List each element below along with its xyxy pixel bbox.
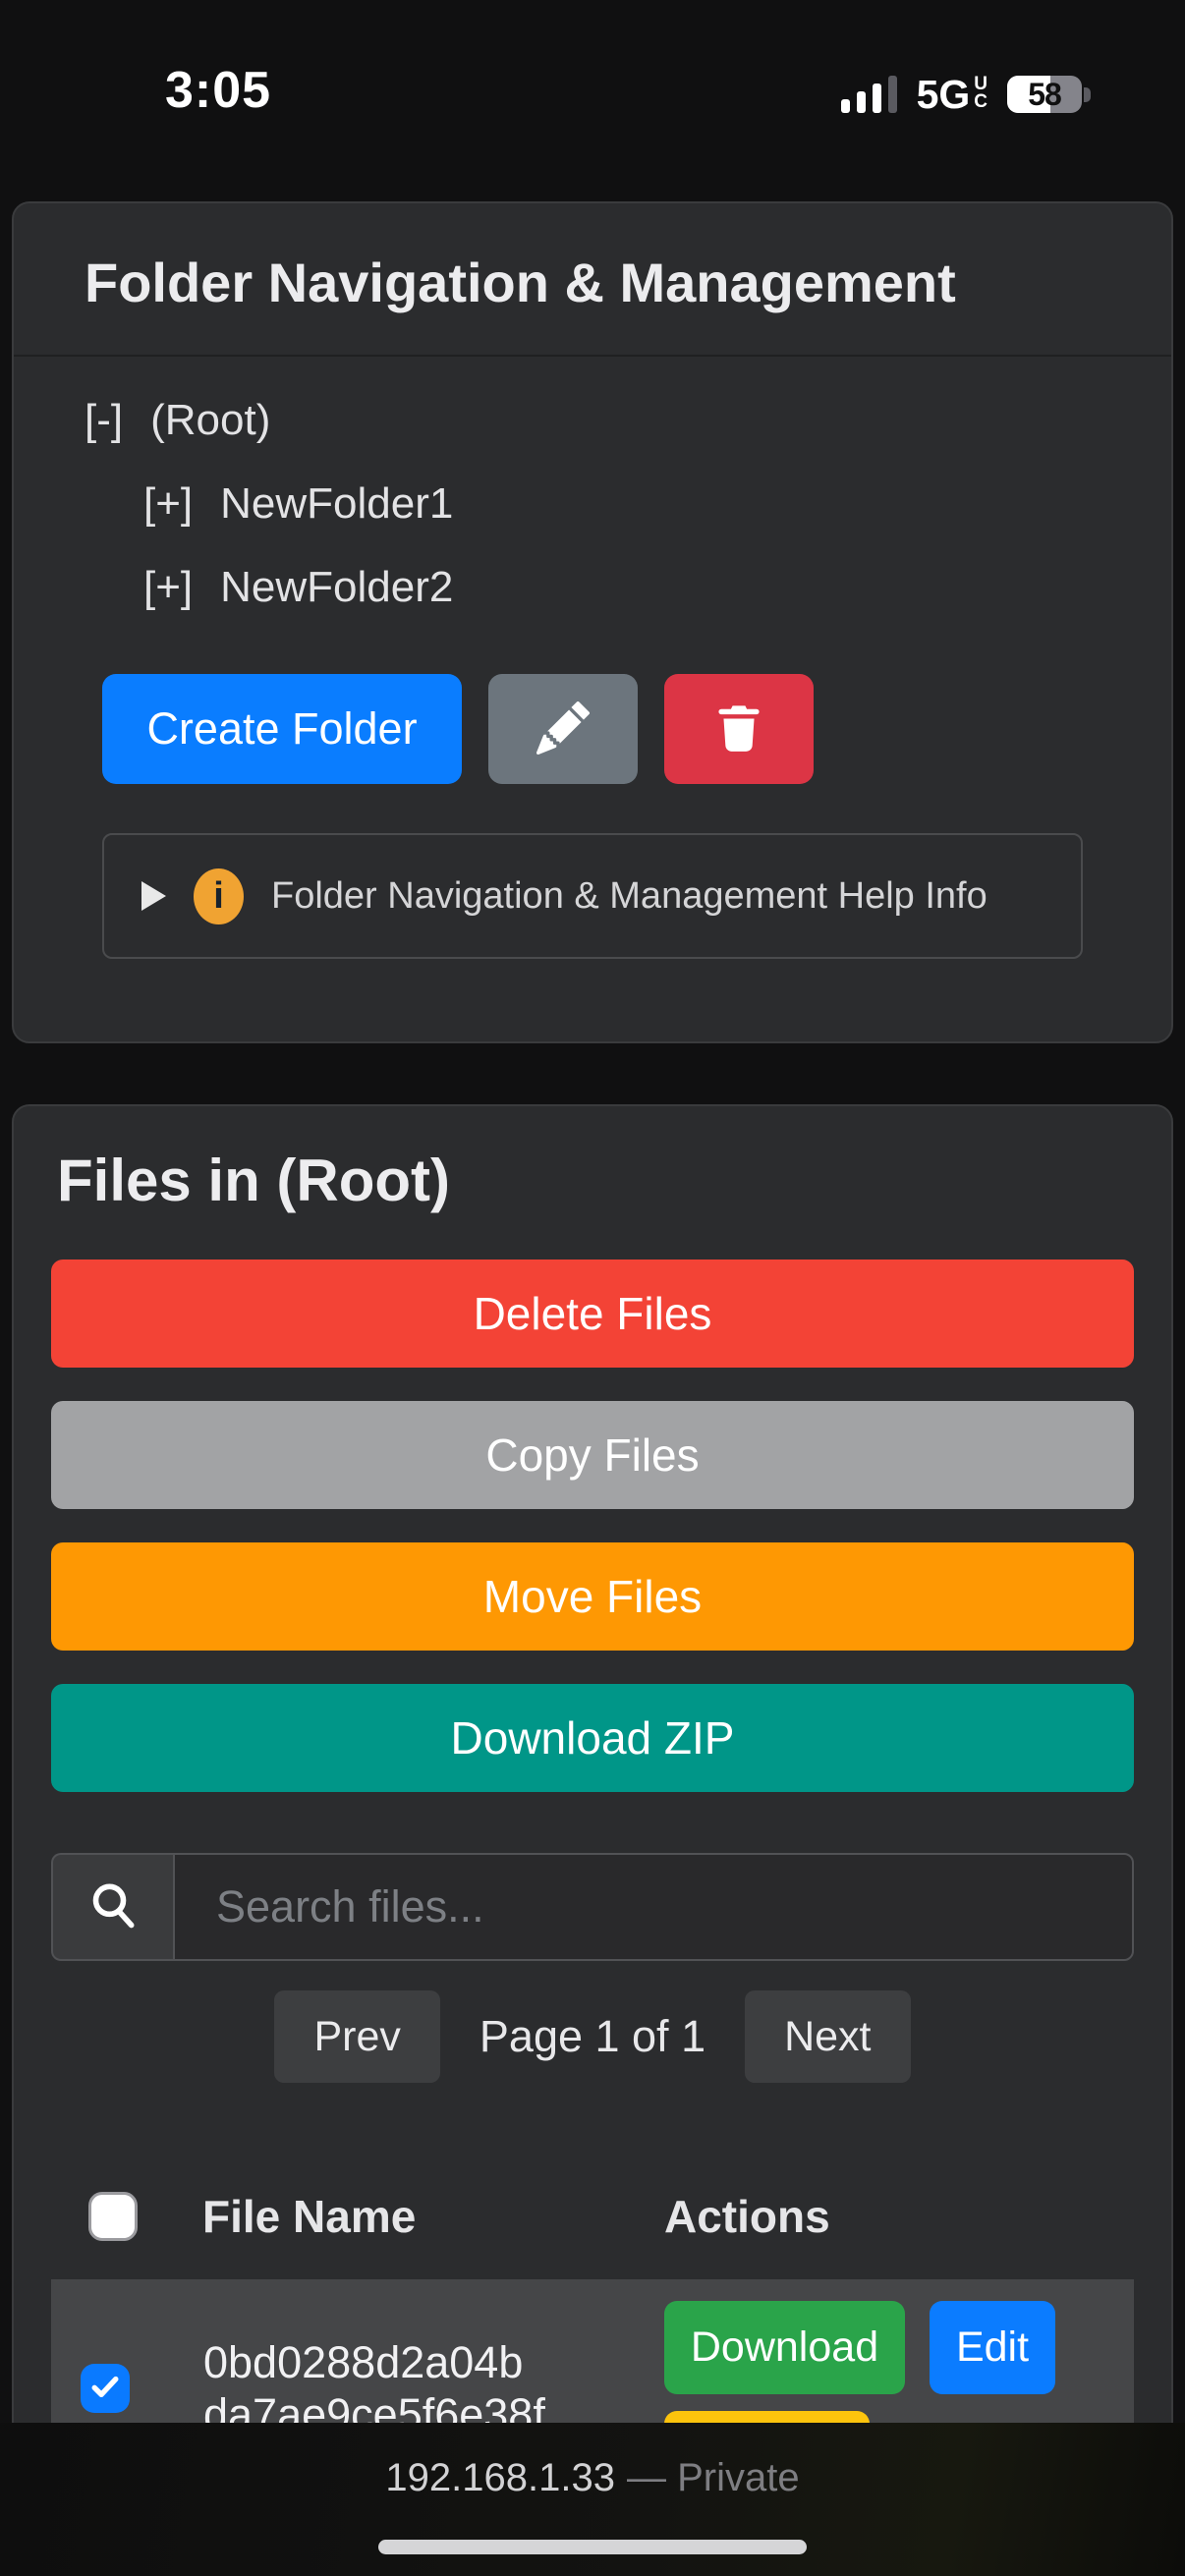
select-all-checkbox[interactable] (88, 2192, 138, 2241)
prev-page-button[interactable]: Prev (274, 1990, 439, 2083)
tree-toggle[interactable]: [-] (85, 396, 123, 445)
row-checkbox-cell (51, 2364, 161, 2413)
folder-card-title: Folder Navigation & Management (85, 251, 1100, 315)
url-host: 192.168.1.33 (385, 2456, 615, 2499)
folder-card-header: Folder Navigation & Management (14, 203, 1171, 357)
download-zip-button[interactable]: Download ZIP (51, 1684, 1134, 1792)
create-folder-button[interactable]: Create Folder (102, 674, 462, 784)
search-icon (85, 1877, 141, 1937)
checkmark-icon (87, 2369, 123, 2409)
address-bar[interactable]: 192.168.1.33 — Private (0, 2456, 1185, 2500)
file-table-header: File Name Actions (51, 2181, 1134, 2252)
search-icon-box (51, 1853, 173, 1961)
status-bar: 3:05 5G U C 58 (0, 0, 1185, 201)
disclosure-triangle-icon (141, 881, 166, 911)
pencil-icon (536, 701, 590, 757)
download-button[interactable]: Download (664, 2301, 905, 2394)
phone-screen: 3:05 5G U C 58 (0, 0, 1185, 2576)
tree-label[interactable]: (Root) (150, 396, 270, 445)
next-page-button[interactable]: Next (745, 1990, 910, 2083)
copy-files-button[interactable]: Copy Files (51, 1401, 1134, 1509)
search-bar (51, 1853, 1134, 1961)
folder-card: Folder Navigation & Management [-] (Root… (12, 201, 1173, 1043)
edit-button[interactable]: Edit (930, 2301, 1055, 2394)
folder-actions: Create Folder (102, 674, 1100, 784)
column-actions: Actions (664, 2190, 830, 2243)
tree-row-newfolder1[interactable]: [+] NewFolder1 (85, 462, 1100, 545)
clock-label: 3:05 (165, 61, 271, 120)
privacy-label: — Private (627, 2456, 800, 2499)
trash-icon (712, 701, 765, 757)
search-input[interactable] (173, 1853, 1134, 1961)
battery-percent: 58 (1007, 76, 1082, 113)
files-card: Files in (Root) Delete Files Copy Files … (12, 1104, 1173, 2558)
pagination: Prev Page 1 of 1 Next (51, 1990, 1134, 2083)
tree-row-newfolder2[interactable]: [+] NewFolder2 (85, 545, 1100, 629)
tree-row-root[interactable]: [-] (Root) (85, 378, 1100, 462)
info-icon: i (194, 868, 244, 924)
help-summary-label: Folder Navigation & Management Help Info (271, 875, 988, 918)
help-disclosure[interactable]: i Folder Navigation & Management Help In… (102, 833, 1083, 959)
move-files-button[interactable]: Move Files (51, 1542, 1134, 1651)
files-card-title: Files in (Root) (57, 1148, 1134, 1214)
folder-tree: [-] (Root) [+] NewFolder1 [+] NewFolder2 (85, 378, 1100, 629)
status-icons: 5G U C 58 (841, 73, 1091, 116)
battery-icon: 58 (1007, 76, 1091, 113)
signal-strength-icon (841, 76, 897, 113)
tree-label[interactable]: NewFolder2 (220, 563, 453, 612)
page-indicator: Page 1 of 1 (480, 2011, 705, 2062)
column-file-name: File Name (202, 2190, 586, 2243)
delete-files-button[interactable]: Delete Files (51, 1260, 1134, 1368)
tree-label[interactable]: NewFolder1 (220, 479, 453, 529)
rename-folder-button[interactable] (488, 674, 638, 784)
home-indicator[interactable] (378, 2540, 807, 2554)
browser-toolbar: 192.168.1.33 — Private (0, 2423, 1185, 2576)
delete-folder-button[interactable] (664, 674, 814, 784)
tree-toggle[interactable]: [+] (143, 563, 193, 612)
row-checkbox[interactable] (81, 2364, 130, 2413)
tree-toggle[interactable]: [+] (143, 479, 193, 529)
folder-card-body: [-] (Root) [+] NewFolder1 [+] NewFolder2… (14, 357, 1171, 1041)
network-type-label: 5G U C (917, 75, 988, 115)
